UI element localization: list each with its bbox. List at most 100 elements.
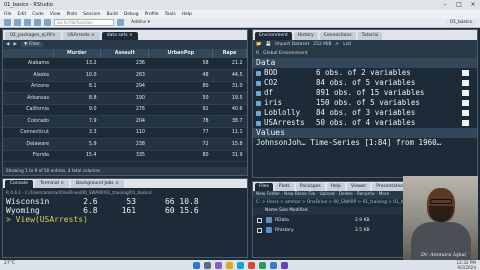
menu-item[interactable]: Edit	[18, 12, 27, 17]
tab-usarrests[interactable]: USArrests ×	[62, 32, 100, 40]
system-clock[interactable]: 12:32 PM 9/2/2024	[456, 260, 476, 270]
menu-item[interactable]: View	[50, 12, 61, 17]
tab-tutorial[interactable]: Tutorial	[357, 32, 383, 40]
file-checkbox[interactable]	[257, 227, 262, 233]
tab-terminal[interactable]: Terminal ×	[34, 180, 70, 188]
back-icon[interactable]: ◀	[6, 42, 9, 47]
menu-item[interactable]: Plots	[66, 12, 77, 17]
broom-icon[interactable]: ✍	[335, 42, 339, 47]
save-all-icon[interactable]	[34, 19, 41, 26]
rstudio-icon[interactable]	[269, 261, 277, 269]
close-icon[interactable]: ×	[466, 0, 480, 10]
view-grid-icon[interactable]	[462, 120, 469, 126]
menu-item[interactable]: Code	[32, 12, 44, 17]
excel-icon[interactable]	[258, 261, 266, 269]
file-checkbox[interactable]	[257, 217, 262, 223]
code-tools-icon[interactable]	[117, 19, 124, 26]
menu-item[interactable]: File	[4, 12, 12, 17]
tab-viewer[interactable]: Viewer	[346, 183, 371, 191]
env-data-row[interactable]: USArrests 50 obs. of 4 variables	[253, 118, 477, 128]
object-desc: 84 obs. of 3 variables	[316, 108, 416, 117]
new-file-icon[interactable]	[4, 19, 11, 26]
project-menu[interactable]: 01_basics	[445, 19, 476, 26]
maximize-icon[interactable]: □	[452, 0, 466, 10]
addins-menu[interactable]: Addins ▾	[131, 20, 150, 25]
save-icon[interactable]	[24, 19, 31, 26]
expand-icon[interactable]	[256, 90, 261, 96]
console-output[interactable]: Wisconsin 2.6 53 66 10.8 Wyoming 6.8 161 …	[3, 197, 247, 224]
edge-icon[interactable]	[236, 261, 244, 269]
column-header[interactable]: Murder	[53, 49, 102, 58]
save-workspace-icon[interactable]: 💾	[266, 42, 272, 47]
view-grid-icon[interactable]	[462, 110, 469, 116]
open-file-icon[interactable]	[14, 19, 21, 26]
memory-usage[interactable]: 252 MiB	[313, 42, 331, 47]
cell: 78	[148, 115, 213, 128]
list-view-button[interactable]: List	[343, 42, 351, 47]
expand-icon[interactable]	[256, 80, 261, 86]
tab-help[interactable]: Help	[326, 183, 345, 191]
menu-item[interactable]: Tools	[165, 12, 176, 17]
forward-icon[interactable]: ▶	[13, 42, 16, 47]
presenter-signature: Dr. Ammara Iqbal	[421, 252, 467, 258]
teams-icon[interactable]	[280, 261, 288, 269]
column-header[interactable]	[3, 49, 54, 58]
print-icon[interactable]	[44, 19, 51, 26]
viewer-toolbar: ◀ ▶ ▼ Filter	[3, 40, 247, 49]
tab-environment[interactable]: Environment	[255, 32, 292, 40]
tab-files[interactable]: Files	[255, 183, 273, 191]
cell: 8.1	[53, 81, 101, 93]
search-icon[interactable]	[203, 261, 211, 269]
object-desc: 891 obs. of 15 variables	[316, 88, 425, 97]
cell: 80	[148, 81, 213, 93]
env-data-row[interactable]: BOD 6 obs. of 2 variables	[253, 68, 477, 78]
menu-item[interactable]: Help	[182, 12, 192, 17]
row-name: Alaska	[3, 69, 53, 82]
filter-button[interactable]: ▼ Filter	[20, 42, 43, 47]
tab-packages[interactable]: Packages	[295, 183, 325, 191]
title-bar: 01_basics - RStudio – □ ×	[0, 0, 480, 10]
menu-item[interactable]: Profile	[145, 12, 159, 17]
menu-item[interactable]: Debug	[124, 12, 139, 17]
expand-icon[interactable]	[256, 100, 261, 106]
weather-widget[interactable]: 27°C	[4, 261, 15, 266]
expand-icon[interactable]	[256, 110, 261, 116]
tab-script[interactable]: 02_packages_ej.Rf×	[5, 32, 61, 40]
tab-datasets[interactable]: data sets ×	[101, 32, 138, 40]
column-header[interactable]: Rape	[212, 49, 247, 58]
env-data-row[interactable]: CO2 84 obs. of 5 variables	[253, 78, 477, 88]
file-name[interactable]: RData	[275, 218, 355, 223]
view-grid-icon[interactable]	[462, 90, 469, 96]
view-grid-icon[interactable]	[462, 80, 469, 86]
env-data-row[interactable]: df 891 obs. of 15 variables	[253, 88, 477, 98]
menu-item[interactable]: Build	[106, 12, 117, 17]
goto-file-input[interactable]: Go to file/function	[54, 19, 114, 26]
cell: 19.5	[212, 92, 247, 105]
view-grid-icon[interactable]	[462, 100, 469, 106]
windows-start-icon[interactable]	[192, 261, 200, 269]
expand-icon[interactable]	[256, 120, 261, 126]
import-dataset-button[interactable]: Import Dataset	[275, 42, 309, 47]
view-grid-icon[interactable]	[462, 70, 469, 76]
env-data-row[interactable]: Loblolly 84 obs. of 3 variables	[253, 108, 477, 118]
tab-background-jobs[interactable]: Background Jobs ×	[71, 180, 124, 188]
minimize-icon[interactable]: –	[438, 0, 452, 10]
column-header[interactable]: UrbanPop	[148, 49, 214, 58]
chrome-icon[interactable]	[247, 261, 255, 269]
console-command: View(USArrests)	[15, 215, 88, 224]
cell: 7.9	[53, 115, 101, 128]
tab-plots[interactable]: Plots	[274, 183, 294, 191]
env-value-row[interactable]: JohnsonJoh… Time-Series [1:84] from 1960…	[253, 138, 477, 148]
menu-item[interactable]: Session	[83, 12, 100, 17]
expand-icon[interactable]	[256, 70, 261, 76]
open-icon[interactable]: 📂	[256, 42, 262, 47]
tab-connections[interactable]: Connections	[319, 32, 356, 40]
column-header[interactable]: Assault	[100, 49, 150, 58]
task-view-icon[interactable]	[214, 261, 222, 269]
tab-history[interactable]: History	[293, 32, 318, 40]
file-name[interactable]: Rhistory	[275, 228, 355, 233]
scope-select[interactable]: Global Environment	[263, 51, 308, 56]
env-data-row[interactable]: iris 150 obs. of 5 variables	[253, 98, 477, 108]
file-explorer-icon[interactable]	[225, 261, 233, 269]
tab-console[interactable]: Console	[5, 180, 33, 188]
